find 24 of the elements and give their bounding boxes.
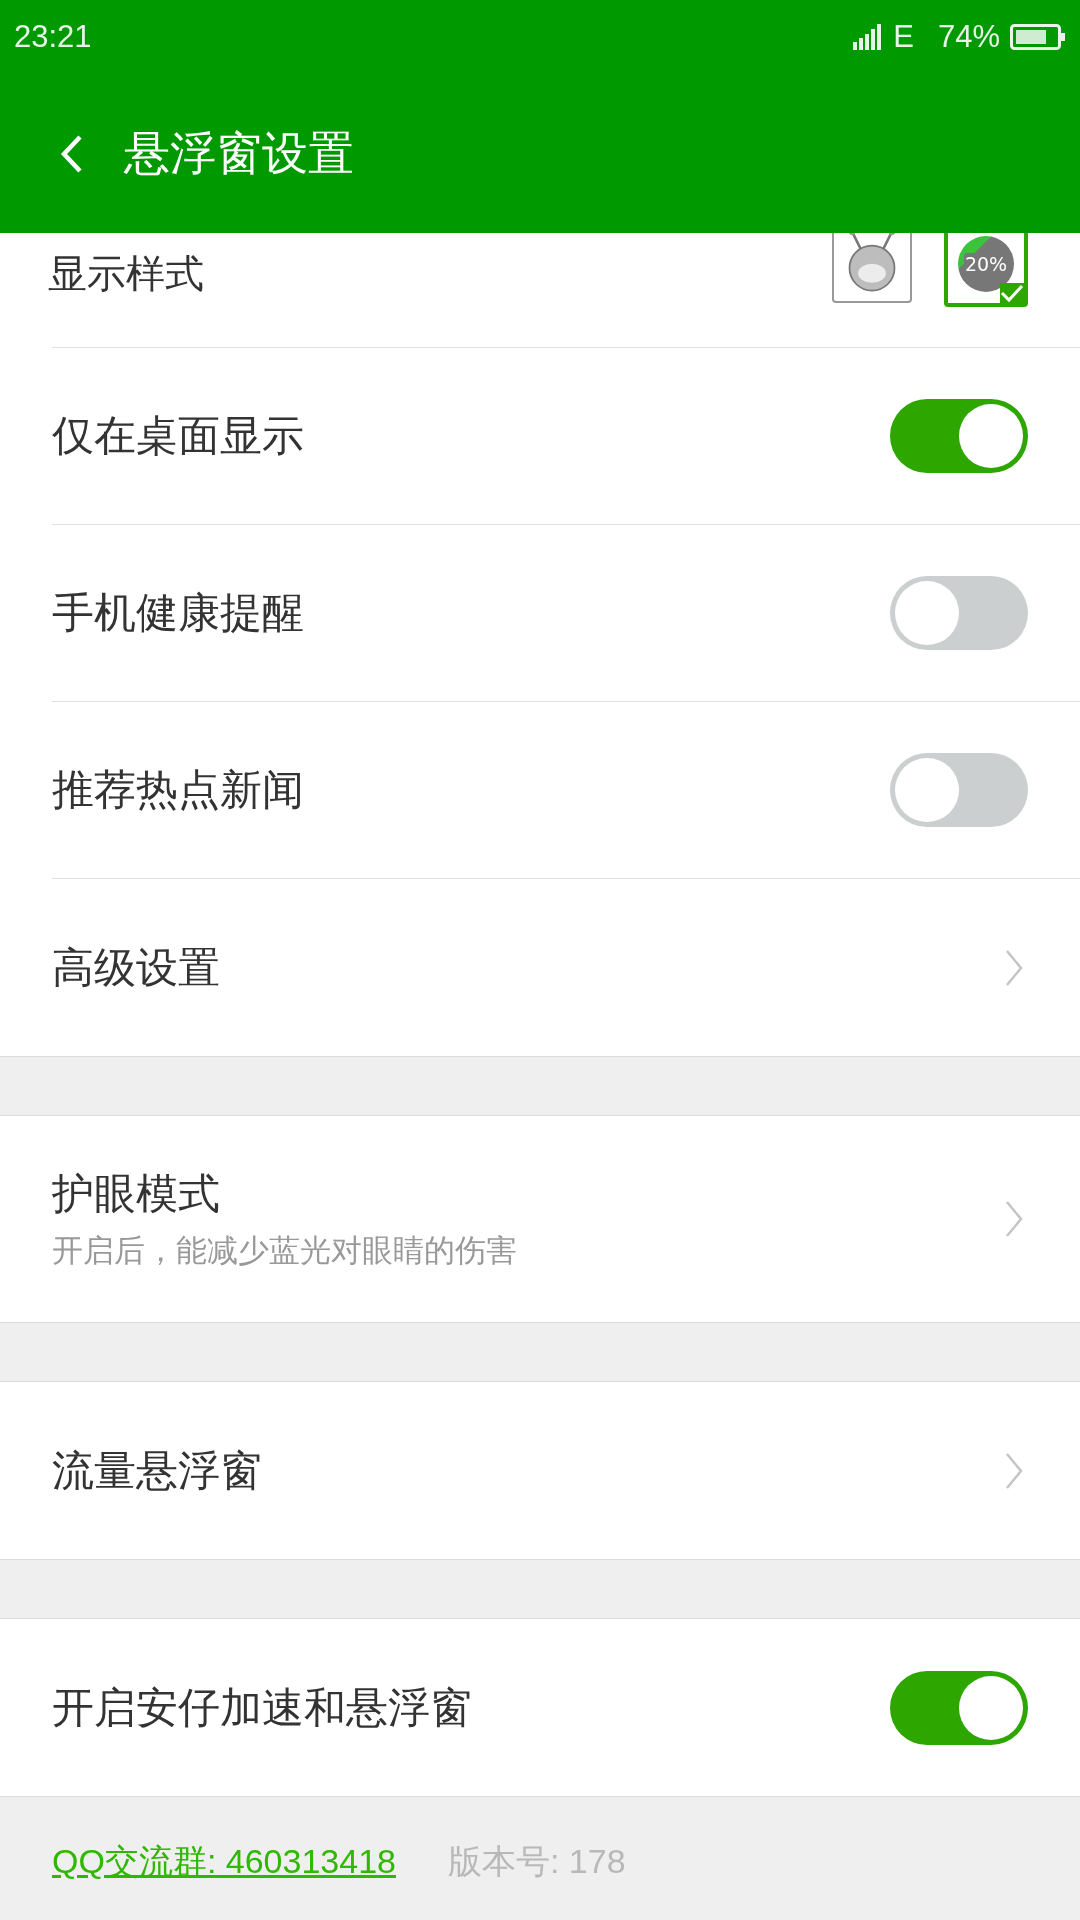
row-label: 仅在桌面显示	[52, 410, 304, 462]
page-title: 悬浮窗设置	[124, 124, 354, 182]
back-icon	[60, 133, 84, 174]
settings-row[interactable]: 仅在桌面显示	[52, 348, 1080, 525]
chevron-icon	[1004, 1199, 1024, 1239]
row-label: 高级设置	[52, 941, 220, 994]
row-label: 手机健康提醒	[52, 587, 304, 639]
settings-row[interactable]: 推荐热点新闻	[52, 702, 1080, 879]
clock: 23:21	[14, 19, 92, 55]
style-option[interactable]	[832, 233, 912, 303]
row-label: 流量悬浮窗	[52, 1444, 262, 1497]
battery-icon	[1010, 24, 1066, 50]
network-type: E	[893, 19, 914, 55]
style-option[interactable]: 20%	[944, 233, 1028, 307]
row-subtitle: 开启后，能减少蓝光对眼睛的伤害	[52, 1231, 517, 1270]
row-label: 护眼模式	[52, 1168, 221, 1220]
battery-level: 74%	[937, 19, 1000, 55]
settings-row[interactable]: 高级设置	[52, 879, 1080, 1056]
back-button[interactable]	[60, 133, 84, 174]
row-label: 推荐热点新闻	[52, 764, 304, 816]
row-label: 显示样式	[48, 250, 204, 298]
signal-icon	[853, 24, 884, 50]
settings-row[interactable]: 手机健康提醒	[52, 525, 1080, 702]
row-label: 开启安仔加速和悬浮窗	[52, 1681, 472, 1734]
